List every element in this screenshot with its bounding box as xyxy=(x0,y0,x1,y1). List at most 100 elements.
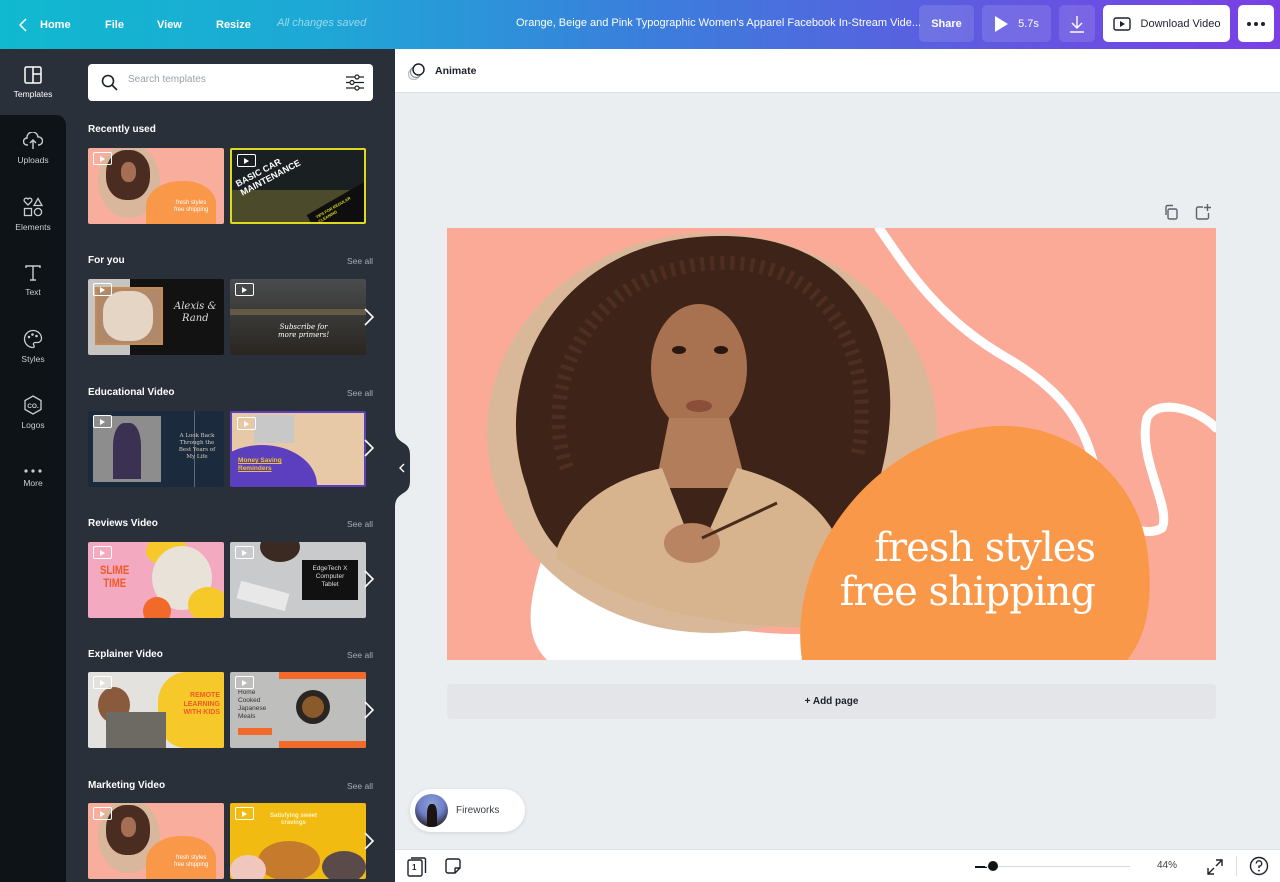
add-page-button[interactable]: + Add page xyxy=(447,684,1216,719)
home-button[interactable]: Home xyxy=(18,0,71,49)
design-canvas[interactable]: fresh styles free shipping xyxy=(447,228,1216,660)
thumb-text: TIME xyxy=(103,576,127,590)
rail-item-more[interactable]: More xyxy=(0,445,66,511)
thumb-text: cravings xyxy=(281,820,306,826)
see-all-explainer-video[interactable]: See all xyxy=(347,650,373,660)
templates-panel: Recently used fresh stylesfree shipping … xyxy=(66,49,395,882)
see-all-for-you[interactable]: See all xyxy=(347,256,373,266)
video-badge-icon xyxy=(237,417,256,430)
file-menu[interactable]: File xyxy=(105,0,124,49)
rail-item-templates[interactable]: Templates xyxy=(0,49,66,115)
template-thumb-fresh-styles-marketing[interactable]: fresh styles free shipping xyxy=(88,803,224,879)
thumb-text: EdgeTech X xyxy=(312,565,348,572)
chevron-right-icon[interactable] xyxy=(363,700,375,720)
zoom-level[interactable]: 44% xyxy=(1157,860,1177,871)
thumb-text: SLIME xyxy=(100,563,130,577)
video-badge-icon xyxy=(237,154,256,167)
search-icon xyxy=(101,74,118,91)
collapse-panel-handle[interactable] xyxy=(395,428,411,508)
video-file-icon xyxy=(1112,16,1131,31)
rail-item-uploads[interactable]: Uploads xyxy=(0,115,66,181)
resize-menu[interactable]: Resize xyxy=(216,0,251,49)
play-button[interactable]: 5.7s xyxy=(982,5,1051,42)
zoom-slider-handle[interactable] xyxy=(988,861,998,871)
video-badge-icon xyxy=(235,676,254,689)
view-menu[interactable]: View xyxy=(157,0,182,49)
rail-label: Templates xyxy=(13,88,53,99)
template-thumb-donut-cravings[interactable]: Satisfying sweet cravings xyxy=(230,803,366,879)
thumb-text: Alexis & xyxy=(174,301,217,312)
editor-area: Animate fresh styles free shipping + Add… xyxy=(395,49,1280,882)
search-templates-input[interactable] xyxy=(128,74,338,85)
rail-item-logos[interactable]: CO. Logos xyxy=(0,379,66,445)
download-video-label: Download Video xyxy=(1140,17,1221,30)
rail-item-elements[interactable]: Elements xyxy=(0,181,66,247)
rail-item-text[interactable]: Text xyxy=(0,247,66,313)
headline-text[interactable]: fresh styles free shipping xyxy=(840,525,1096,614)
download-icon-button[interactable] xyxy=(1059,5,1095,42)
fullscreen-expand-icon[interactable] xyxy=(1207,859,1223,875)
text-t-icon xyxy=(25,264,41,281)
chevron-right-icon[interactable] xyxy=(363,307,375,327)
page-count-icon[interactable] xyxy=(407,857,427,877)
template-thumb-slime-time[interactable]: SLIME TIME xyxy=(88,542,224,618)
thumb-text: Tablet xyxy=(321,581,339,588)
thumb-text: fresh styles xyxy=(176,200,207,206)
thumb-text: Rand xyxy=(182,313,209,324)
template-thumb-money-saving[interactable]: Money Saving Reminders xyxy=(230,411,366,487)
search-box[interactable] xyxy=(88,64,373,101)
chevron-right-icon[interactable] xyxy=(363,438,375,458)
notes-icon[interactable] xyxy=(445,858,461,874)
thumb-text: more primers! xyxy=(278,331,330,339)
home-label: Home xyxy=(40,18,71,31)
bottom-bar: 1 44% xyxy=(395,849,1280,882)
see-all-marketing-video[interactable]: See all xyxy=(347,781,373,791)
template-thumb-remote-learning[interactable]: REMOTE LEARNING WITH KIDS xyxy=(88,672,224,748)
help-question-icon[interactable] xyxy=(1249,856,1269,876)
document-title[interactable]: Orange, Beige and Pink Typographic Women… xyxy=(516,17,921,29)
audio-track-label: Fireworks xyxy=(456,805,500,816)
more-options-button[interactable] xyxy=(1238,5,1274,42)
template-thumb-road[interactable]: Subscribe for more primers! xyxy=(230,279,366,355)
audio-track-pill[interactable]: Fireworks xyxy=(410,789,525,832)
template-thumb-edgetech[interactable]: EdgeTech X Computer Tablet xyxy=(230,542,366,618)
cloud-upload-icon xyxy=(23,131,43,149)
thumb-text: My Life xyxy=(186,454,208,460)
filter-sliders-icon[interactable] xyxy=(346,74,364,91)
template-thumb-wedding[interactable]: Alexis & Rand xyxy=(88,279,224,355)
chevron-right-icon[interactable] xyxy=(363,569,375,589)
play-icon xyxy=(995,15,1009,32)
share-button[interactable]: Share xyxy=(919,5,974,42)
template-thumb-car-maintenance[interactable]: BASIC CAR MAINTENANCE TIPS FOR REGULAR CL… xyxy=(230,148,366,224)
rail-item-styles[interactable]: Styles xyxy=(0,313,66,379)
template-thumb-graduation[interactable]: A Look Back Through the Best Years of My Li… xyxy=(88,411,224,487)
thumb-text: Cooked xyxy=(238,697,261,704)
see-all-reviews-video[interactable]: See all xyxy=(347,519,373,529)
thumb-text: Through the xyxy=(179,440,215,446)
template-thumb-japanese-meals[interactable]: Home Cooked Japanese Meals xyxy=(230,672,366,748)
video-badge-icon xyxy=(93,415,112,428)
zoom-slider-track[interactable] xyxy=(985,866,1130,867)
audio-track-thumbnail xyxy=(415,794,448,827)
section-title-marketing-video: Marketing Video xyxy=(88,780,166,791)
template-thumb-fresh-styles[interactable]: fresh styles free shipping xyxy=(88,148,224,224)
animate-circles-icon xyxy=(407,63,425,81)
divider xyxy=(1236,856,1237,876)
download-video-button[interactable]: Download Video xyxy=(1103,5,1230,42)
video-badge-icon xyxy=(93,807,112,820)
video-badge-icon xyxy=(235,283,254,296)
rail-label: More xyxy=(23,477,43,488)
headline-line-1: fresh styles xyxy=(874,525,1096,571)
add-page-icon[interactable] xyxy=(1194,203,1212,221)
thumb-text: Home xyxy=(238,689,256,696)
thumb-text: Japanese xyxy=(238,705,267,712)
chevron-right-icon[interactable] xyxy=(363,831,375,851)
see-all-educational-video[interactable]: See all xyxy=(347,388,373,398)
thumb-text: A Look Back xyxy=(179,433,215,439)
portrait-face xyxy=(651,304,747,432)
section-title-reviews-video: Reviews Video xyxy=(88,518,158,529)
animate-button[interactable]: Animate xyxy=(407,60,476,82)
thumb-text: LEARNING xyxy=(183,700,220,708)
duplicate-page-icon[interactable] xyxy=(1162,203,1180,221)
svg-text:CO.: CO. xyxy=(27,402,39,409)
